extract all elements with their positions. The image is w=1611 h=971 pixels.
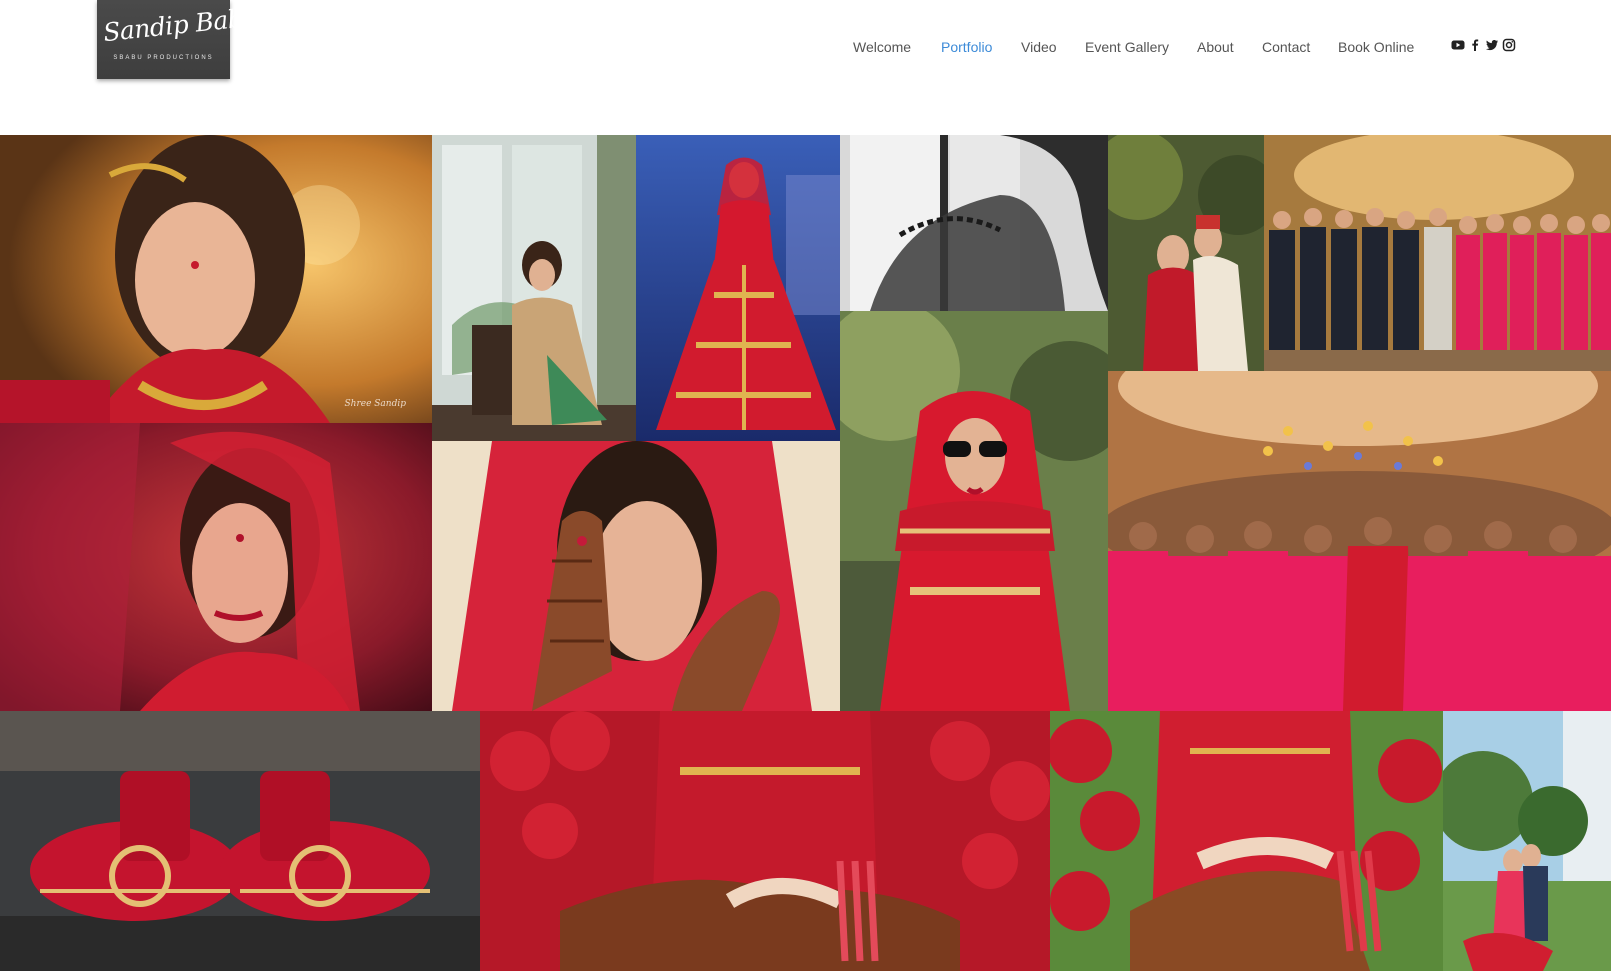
nav-item-event-gallery[interactable]: Event Gallery xyxy=(1085,37,1169,57)
twitter-icon[interactable] xyxy=(1485,38,1499,52)
instagram-icon[interactable] xyxy=(1502,38,1516,52)
photo-bride-sunglasses[interactable] xyxy=(840,311,1108,711)
photo-bridesmaids[interactable] xyxy=(1108,371,1611,711)
logo-signature: Sandip Babu xyxy=(101,2,260,48)
nav-item-contact[interactable]: Contact xyxy=(1262,37,1310,57)
portfolio-gallery: Shree Sandip xyxy=(0,135,1611,971)
photo-bride-eyes-closed[interactable] xyxy=(0,423,432,711)
photo-bridal-shoes[interactable] xyxy=(0,711,480,971)
site-header: Sandip Babu SBABU PRODUCTIONS Welcome Po… xyxy=(0,0,1611,135)
nav-item-video[interactable]: Video xyxy=(1021,37,1057,57)
page: Sandip Babu SBABU PRODUCTIONS Welcome Po… xyxy=(0,0,1611,971)
site-logo[interactable]: Sandip Babu SBABU PRODUCTIONS xyxy=(97,0,260,79)
photo-watermark: Shree Sandip xyxy=(344,399,406,409)
photo-veil-silhouette[interactable] xyxy=(840,135,1108,311)
photo-couple-park[interactable] xyxy=(1443,711,1611,971)
facebook-icon[interactable] xyxy=(1468,38,1482,52)
photo-wedding-party[interactable] xyxy=(1264,135,1611,371)
youtube-icon[interactable] xyxy=(1451,38,1465,52)
nav-item-portfolio[interactable]: Portfolio xyxy=(941,37,992,57)
photo-hands-ring-1[interactable] xyxy=(480,711,1050,971)
nav-item-welcome[interactable]: Welcome xyxy=(853,37,911,57)
photo-bride-seated[interactable] xyxy=(432,135,636,441)
photo-bride-runway[interactable] xyxy=(636,135,840,441)
nav-item-book-online[interactable]: Book Online xyxy=(1338,37,1414,57)
photo-hands-ring-2[interactable] xyxy=(1050,711,1443,971)
photo-bride-portrait[interactable]: Shree Sandip xyxy=(0,135,432,423)
photo-bride-mehndi[interactable] xyxy=(432,441,840,711)
logo-subtitle: SBABU PRODUCTIONS xyxy=(113,55,214,61)
nav-item-about[interactable]: About xyxy=(1197,37,1234,57)
photo-couple-garden[interactable] xyxy=(1108,135,1264,371)
